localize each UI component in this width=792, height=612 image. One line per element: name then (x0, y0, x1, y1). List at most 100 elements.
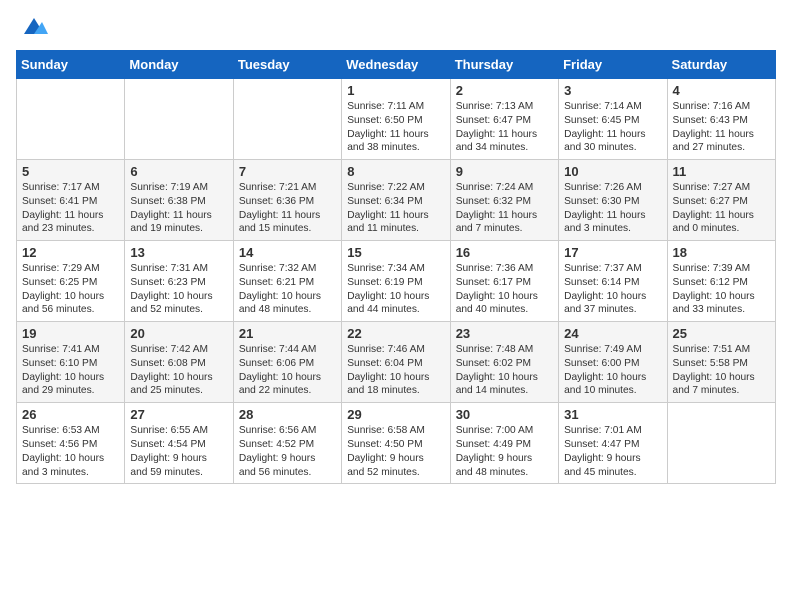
cell-day-number: 28 (239, 407, 336, 422)
calendar-cell: 14 Sunrise: 7:32 AM Sunset: 6:21 PM Dayli… (233, 241, 341, 322)
weekday-header: Tuesday (233, 51, 341, 79)
cell-day-info: Sunrise: 7:32 AM Sunset: 6:21 PM Dayligh… (239, 262, 336, 317)
cell-day-number: 6 (130, 164, 227, 179)
cell-day-info: Sunrise: 7:27 AM Sunset: 6:27 PM Dayligh… (673, 181, 770, 236)
calendar-cell: 20Sunrise: 7:42 AM Sunset: 6:08 PM Dayli… (125, 322, 233, 403)
cell-day-number: 29 (347, 407, 444, 422)
calendar-cell: 31 Sunrise: 7:01 AM Sunset: 4:47 PM Dayli… (559, 403, 667, 484)
cell-day-info: Sunrise: 7:34 AM Sunset: 6:19 PM Dayligh… (347, 262, 444, 317)
cell-day-info: Sunrise: 6:58 AM Sunset: 4:50 PM Dayligh… (347, 424, 444, 479)
cell-day-info: Sunrise: 7:49 AM Sunset: 6:00 PM Dayligh… (564, 343, 661, 398)
cell-day-info: Sunrise: 7:24 AM Sunset: 6:32 PM Dayligh… (456, 181, 553, 236)
calendar-table: SundayMondayTuesdayWednesdayThursdayFrid… (16, 50, 776, 484)
weekday-header: Thursday (450, 51, 558, 79)
calendar-cell: 10Sunrise: 7:26 AM Sunset: 6:30 PM Dayli… (559, 160, 667, 241)
cell-day-info: Sunrise: 7:36 AM Sunset: 6:17 PM Dayligh… (456, 262, 553, 317)
cell-day-info: Sunrise: 6:55 AM Sunset: 4:54 PM Dayligh… (130, 424, 227, 479)
calendar-cell: 6 Sunrise: 7:19 AM Sunset: 6:38 PM Daylig… (125, 160, 233, 241)
calendar-cell: 27 Sunrise: 6:55 AM Sunset: 4:54 PM Dayli… (125, 403, 233, 484)
logo (16, 12, 48, 40)
calendar-cell: 16 Sunrise: 7:36 AM Sunset: 6:17 PM Dayli… (450, 241, 558, 322)
calendar-cell: 2 Sunrise: 7:13 AM Sunset: 6:47 PM Daylig… (450, 79, 558, 160)
cell-day-number: 15 (347, 245, 444, 260)
cell-day-number: 26 (22, 407, 119, 422)
calendar-cell: 12Sunrise: 7:29 AM Sunset: 6:25 PM Dayli… (17, 241, 125, 322)
calendar-cell (125, 79, 233, 160)
calendar-cell: 22 Sunrise: 7:46 AM Sunset: 6:04 PM Dayli… (342, 322, 450, 403)
cell-day-number: 25 (673, 326, 770, 341)
cell-day-number: 27 (130, 407, 227, 422)
cell-day-info: Sunrise: 7:13 AM Sunset: 6:47 PM Dayligh… (456, 100, 553, 155)
calendar-cell: 5 Sunrise: 7:17 AM Sunset: 6:41 PM Daylig… (17, 160, 125, 241)
cell-day-number: 5 (22, 164, 119, 179)
cell-day-info: Sunrise: 7:39 AM Sunset: 6:12 PM Dayligh… (673, 262, 770, 317)
cell-day-number: 24 (564, 326, 661, 341)
weekday-header: Saturday (667, 51, 775, 79)
calendar-cell: 30Sunrise: 7:00 AM Sunset: 4:49 PM Dayli… (450, 403, 558, 484)
calendar-cell: 1Sunrise: 7:11 AM Sunset: 6:50 PM Daylig… (342, 79, 450, 160)
cell-day-info: Sunrise: 7:01 AM Sunset: 4:47 PM Dayligh… (564, 424, 661, 479)
calendar-cell: 15 Sunrise: 7:34 AM Sunset: 6:19 PM Dayli… (342, 241, 450, 322)
cell-day-number: 16 (456, 245, 553, 260)
calendar-cell: 19Sunrise: 7:41 AM Sunset: 6:10 PM Dayli… (17, 322, 125, 403)
cell-day-info: Sunrise: 7:31 AM Sunset: 6:23 PM Dayligh… (130, 262, 227, 317)
calendar-cell: 11 Sunrise: 7:27 AM Sunset: 6:27 PM Dayli… (667, 160, 775, 241)
cell-day-number: 17 (564, 245, 661, 260)
calendar-cell: 13Sunrise: 7:31 AM Sunset: 6:23 PM Dayli… (125, 241, 233, 322)
page: SundayMondayTuesdayWednesdayThursdayFrid… (0, 0, 792, 612)
cell-day-info: Sunrise: 7:51 AM Sunset: 5:58 PM Dayligh… (673, 343, 770, 398)
cell-day-number: 2 (456, 83, 553, 98)
cell-day-info: Sunrise: 7:19 AM Sunset: 6:38 PM Dayligh… (130, 181, 227, 236)
cell-day-number: 4 (673, 83, 770, 98)
cell-day-info: Sunrise: 7:22 AM Sunset: 6:34 PM Dayligh… (347, 181, 444, 236)
logo-icon (20, 12, 48, 40)
calendar-week-row: 12Sunrise: 7:29 AM Sunset: 6:25 PM Dayli… (17, 241, 776, 322)
cell-day-number: 9 (456, 164, 553, 179)
cell-day-number: 31 (564, 407, 661, 422)
calendar-cell: 17 Sunrise: 7:37 AM Sunset: 6:14 PM Dayli… (559, 241, 667, 322)
calendar-cell: 8 Sunrise: 7:22 AM Sunset: 6:34 PM Daylig… (342, 160, 450, 241)
cell-day-info: Sunrise: 7:42 AM Sunset: 6:08 PM Dayligh… (130, 343, 227, 398)
calendar-cell: 28Sunrise: 6:56 AM Sunset: 4:52 PM Dayli… (233, 403, 341, 484)
cell-day-number: 11 (673, 164, 770, 179)
cell-day-number: 7 (239, 164, 336, 179)
cell-day-info: Sunrise: 7:48 AM Sunset: 6:02 PM Dayligh… (456, 343, 553, 398)
calendar-cell: 23 Sunrise: 7:48 AM Sunset: 6:02 PM Dayli… (450, 322, 558, 403)
calendar-cell: 18 Sunrise: 7:39 AM Sunset: 6:12 PM Dayli… (667, 241, 775, 322)
cell-day-number: 23 (456, 326, 553, 341)
calendar-header-row: SundayMondayTuesdayWednesdayThursdayFrid… (17, 51, 776, 79)
calendar-cell (17, 79, 125, 160)
cell-day-number: 8 (347, 164, 444, 179)
calendar-cell: 29 Sunrise: 6:58 AM Sunset: 4:50 PM Dayli… (342, 403, 450, 484)
cell-day-info: Sunrise: 7:46 AM Sunset: 6:04 PM Dayligh… (347, 343, 444, 398)
weekday-header: Friday (559, 51, 667, 79)
weekday-header: Sunday (17, 51, 125, 79)
calendar-week-row: 26Sunrise: 6:53 AM Sunset: 4:56 PM Dayli… (17, 403, 776, 484)
header (16, 12, 776, 40)
calendar-cell: 7 Sunrise: 7:21 AM Sunset: 6:36 PM Daylig… (233, 160, 341, 241)
calendar-cell (667, 403, 775, 484)
cell-day-number: 10 (564, 164, 661, 179)
cell-day-number: 14 (239, 245, 336, 260)
calendar-week-row: 19Sunrise: 7:41 AM Sunset: 6:10 PM Dayli… (17, 322, 776, 403)
calendar-cell: 25 Sunrise: 7:51 AM Sunset: 5:58 PM Dayli… (667, 322, 775, 403)
cell-day-info: Sunrise: 7:41 AM Sunset: 6:10 PM Dayligh… (22, 343, 119, 398)
calendar-cell: 9 Sunrise: 7:24 AM Sunset: 6:32 PM Daylig… (450, 160, 558, 241)
calendar-cell: 3 Sunrise: 7:14 AM Sunset: 6:45 PM Daylig… (559, 79, 667, 160)
calendar-cell: 21 Sunrise: 7:44 AM Sunset: 6:06 PM Dayli… (233, 322, 341, 403)
cell-day-info: Sunrise: 7:17 AM Sunset: 6:41 PM Dayligh… (22, 181, 119, 236)
cell-day-number: 12 (22, 245, 119, 260)
calendar-cell: 26Sunrise: 6:53 AM Sunset: 4:56 PM Dayli… (17, 403, 125, 484)
calendar-cell (233, 79, 341, 160)
cell-day-info: Sunrise: 7:00 AM Sunset: 4:49 PM Dayligh… (456, 424, 553, 479)
weekday-header: Monday (125, 51, 233, 79)
cell-day-number: 3 (564, 83, 661, 98)
cell-day-info: Sunrise: 7:44 AM Sunset: 6:06 PM Dayligh… (239, 343, 336, 398)
cell-day-number: 22 (347, 326, 444, 341)
cell-day-info: Sunrise: 7:16 AM Sunset: 6:43 PM Dayligh… (673, 100, 770, 155)
cell-day-number: 18 (673, 245, 770, 260)
cell-day-info: Sunrise: 7:37 AM Sunset: 6:14 PM Dayligh… (564, 262, 661, 317)
cell-day-number: 21 (239, 326, 336, 341)
cell-day-info: Sunrise: 7:14 AM Sunset: 6:45 PM Dayligh… (564, 100, 661, 155)
cell-day-info: Sunrise: 7:21 AM Sunset: 6:36 PM Dayligh… (239, 181, 336, 236)
